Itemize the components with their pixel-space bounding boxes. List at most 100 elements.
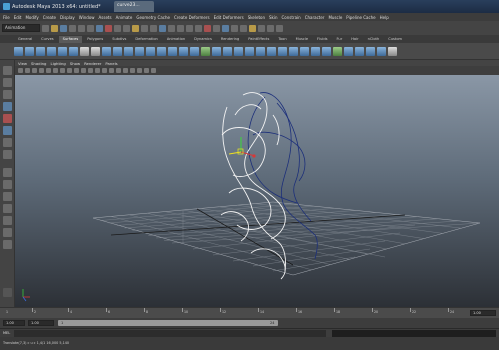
- panel-menu-panels[interactable]: Panels: [105, 61, 117, 66]
- panel-menu-view[interactable]: View: [18, 61, 27, 66]
- field-chart-icon[interactable]: [74, 68, 79, 73]
- extend-surface-icon[interactable]: [300, 46, 309, 56]
- image-plane-icon[interactable]: [39, 68, 44, 73]
- menu-character[interactable]: Character: [305, 15, 325, 20]
- attribute-editor-icon[interactable]: [258, 24, 265, 32]
- isolate-select-icon[interactable]: [144, 68, 149, 73]
- textured-icon[interactable]: [109, 68, 114, 73]
- mask-curves-icon[interactable]: [114, 24, 121, 32]
- birail-icon[interactable]: [146, 46, 155, 56]
- nurbs-cylinder-icon[interactable]: [36, 46, 45, 56]
- select-component-icon[interactable]: [87, 24, 94, 32]
- rebuild-surface-icon[interactable]: [322, 46, 331, 56]
- command-input[interactable]: [14, 330, 326, 337]
- range-slider[interactable]: 1 24: [58, 320, 278, 326]
- select-object-icon[interactable]: [78, 24, 85, 32]
- scale-tool-icon[interactable]: [3, 126, 12, 135]
- input-line-icon[interactable]: [249, 24, 256, 32]
- xray-icon[interactable]: [130, 68, 135, 73]
- shadows-icon[interactable]: [123, 68, 128, 73]
- menu-edit[interactable]: Edit: [14, 15, 22, 20]
- move-tool-icon[interactable]: [3, 102, 12, 111]
- high-quality-icon[interactable]: [151, 68, 156, 73]
- menu-pipeline-cache[interactable]: Pipeline Cache: [346, 15, 375, 20]
- bookmarks-icon[interactable]: [32, 68, 37, 73]
- nurbs-circle-icon[interactable]: [80, 46, 89, 56]
- ipr-render-icon[interactable]: [222, 24, 229, 32]
- mask-dynamics-icon[interactable]: [141, 24, 148, 32]
- menu-constrain[interactable]: Constrain: [282, 15, 301, 20]
- film-gate-icon[interactable]: [53, 68, 58, 73]
- panel-menu-show[interactable]: Show: [70, 61, 80, 66]
- animation-start-field[interactable]: 1.00: [3, 320, 25, 326]
- command-language-label[interactable]: MEL: [3, 331, 10, 335]
- gate-mask-icon[interactable]: [67, 68, 72, 73]
- panel-menu-lighting[interactable]: Lighting: [50, 61, 65, 66]
- menu-help[interactable]: Help: [380, 15, 389, 20]
- round-tool-icon[interactable]: [333, 46, 342, 56]
- lasso-tool-icon[interactable]: [3, 78, 12, 87]
- panel-menu-shading[interactable]: Shading: [31, 61, 46, 66]
- current-frame-field[interactable]: 1.00: [470, 310, 496, 316]
- menu-geometry-cache[interactable]: Geometry Cache: [136, 15, 170, 20]
- nurbs-square-icon[interactable]: [91, 46, 100, 56]
- move-manipulator[interactable]: [228, 137, 256, 158]
- select-camera-icon[interactable]: [18, 68, 23, 73]
- loft-icon[interactable]: [113, 46, 122, 56]
- shelf-tab-curves[interactable]: Curves: [37, 36, 57, 43]
- shelf-tab-polygons[interactable]: Polygons: [83, 36, 107, 43]
- menu-create[interactable]: Create: [43, 15, 56, 20]
- reverse-direction-icon[interactable]: [388, 46, 397, 56]
- surface-editing-icon[interactable]: [377, 46, 386, 56]
- time-slider[interactable]: 1 2 4 6 8 10 12 14 16 18 20 22 24 1.00: [0, 307, 499, 318]
- rotate-tool-icon[interactable]: [3, 114, 12, 123]
- menu-muscle[interactable]: Muscle: [328, 15, 342, 20]
- project-curve-icon[interactable]: [201, 46, 210, 56]
- open-scene-icon[interactable]: [51, 24, 58, 32]
- tool-settings-icon[interactable]: [267, 24, 274, 32]
- offset-surface-icon[interactable]: [311, 46, 320, 56]
- xray-joints-icon[interactable]: [137, 68, 142, 73]
- shelf-tab-subdivs[interactable]: Subdivs: [108, 36, 130, 43]
- menu-window[interactable]: Window: [79, 15, 95, 20]
- nurbs-sphere-icon[interactable]: [14, 46, 23, 56]
- hypershade-icon[interactable]: [240, 24, 247, 32]
- snap-grid-icon[interactable]: [168, 24, 175, 32]
- nurbs-plane-icon[interactable]: [58, 46, 67, 56]
- surface-fillet-icon[interactable]: [344, 46, 353, 56]
- layout-persp-outliner-icon[interactable]: [3, 192, 12, 201]
- bevel-icon[interactable]: [179, 46, 188, 56]
- shelf-tab-surfaces[interactable]: Surfaces: [58, 35, 83, 43]
- detach-surfaces-icon[interactable]: [256, 46, 265, 56]
- menu-animate[interactable]: Animate: [116, 15, 133, 20]
- stitch-icon[interactable]: [355, 46, 364, 56]
- sculpt-tool-icon[interactable]: [366, 46, 375, 56]
- insert-isoparm-icon[interactable]: [289, 46, 298, 56]
- menu-display[interactable]: Display: [60, 15, 75, 20]
- shelf-tab-hair[interactable]: Hair: [347, 36, 362, 43]
- wireframe-icon[interactable]: [88, 68, 93, 73]
- boundary-icon[interactable]: [157, 46, 166, 56]
- shelf-tab-painteffects[interactable]: PaintEffects: [244, 36, 273, 43]
- intersect-surfaces-icon[interactable]: [212, 46, 221, 56]
- untrim-icon[interactable]: [234, 46, 243, 56]
- channel-box-icon[interactable]: [276, 24, 283, 32]
- nurbs-cone-icon[interactable]: [47, 46, 56, 56]
- shelf-tab-deformation[interactable]: Deformation: [131, 36, 161, 43]
- select-tool-icon[interactable]: [3, 66, 12, 75]
- snap-curve-icon[interactable]: [177, 24, 184, 32]
- smooth-shade-icon[interactable]: [95, 68, 100, 73]
- shelf-tab-custom[interactable]: Custom: [384, 36, 406, 43]
- nurbs-torus-icon[interactable]: [69, 46, 78, 56]
- shelf-tab-muscle[interactable]: Muscle: [292, 36, 312, 43]
- playback-start-field[interactable]: 1.00: [28, 320, 54, 326]
- history-icon[interactable]: [204, 24, 211, 32]
- menu-assets[interactable]: Assets: [99, 15, 112, 20]
- shelf-tab-ncloth[interactable]: nCloth: [364, 36, 384, 43]
- snap-plane-icon[interactable]: [195, 24, 202, 32]
- perspective-viewport[interactable]: [15, 75, 499, 307]
- planar-icon[interactable]: [124, 46, 133, 56]
- resolution-gate-icon[interactable]: [60, 68, 65, 73]
- shelf-tab-toon[interactable]: Toon: [274, 36, 290, 43]
- layout-custom-icon[interactable]: [3, 240, 12, 249]
